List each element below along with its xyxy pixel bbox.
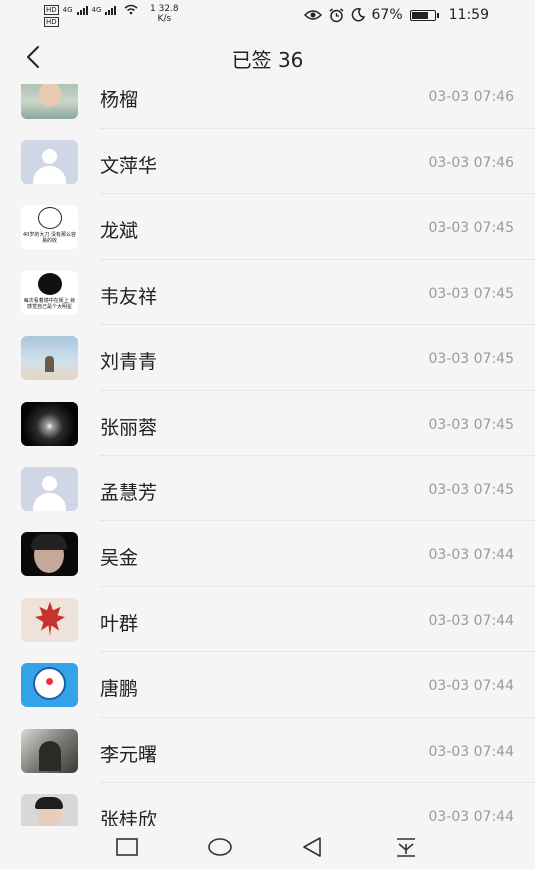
status-right: 67% 11:59 bbox=[303, 7, 489, 23]
sign-time: 03-03 07:45 bbox=[428, 220, 514, 237]
avatar bbox=[21, 597, 78, 642]
sign-time: 03-03 07:46 bbox=[428, 155, 514, 171]
avatar bbox=[21, 336, 78, 381]
battery-percent: 67% bbox=[371, 7, 403, 23]
member-name: 李元曙 bbox=[100, 743, 158, 766]
triangle-back-icon[interactable] bbox=[298, 834, 328, 860]
battery-icon bbox=[409, 9, 439, 21]
signal-icon bbox=[76, 5, 88, 15]
sign-time: 03-03 07:45 bbox=[428, 285, 514, 302]
member-name: 孟慧芳 bbox=[100, 481, 158, 504]
sign-time: 03-03 07:44 bbox=[428, 678, 514, 695]
member-name: 吴金 bbox=[100, 547, 139, 570]
avatar-placeholder-icon bbox=[21, 466, 78, 511]
speed-unit: K/s bbox=[157, 14, 172, 24]
sign-time: 03-03 07:45 bbox=[428, 481, 514, 498]
network-type-1: 4G bbox=[62, 5, 73, 14]
member-name: 文萍华 bbox=[100, 155, 158, 177]
avatar bbox=[21, 663, 78, 708]
member-name: 韦友祥 bbox=[100, 285, 158, 308]
circle-icon[interactable] bbox=[205, 834, 235, 860]
avatar bbox=[21, 532, 78, 577]
hd-icon: HD bbox=[44, 4, 59, 15]
list-item[interactable]: 张桂欣 03-03 07:44 bbox=[0, 783, 535, 826]
list-item[interactable]: 叶群 03-03 07:44 bbox=[0, 587, 535, 653]
sign-time: 03-03 07:44 bbox=[428, 808, 514, 825]
member-name: 杨榴 bbox=[100, 89, 139, 111]
list-item[interactable]: 张丽蓉 03-03 07:45 bbox=[0, 391, 535, 456]
list-item[interactable]: 40岁的大刀 没有那么容易的收 龙斌 03-03 07:45 bbox=[0, 194, 535, 260]
eye-icon bbox=[303, 10, 322, 20]
sign-time: 03-03 07:45 bbox=[428, 351, 514, 368]
signal-icon-2 bbox=[105, 5, 117, 15]
sign-time: 03-03 07:44 bbox=[428, 612, 514, 629]
wifi-icon bbox=[124, 4, 138, 15]
page-title: 已签 36 bbox=[231, 48, 304, 72]
avatar bbox=[21, 84, 78, 119]
avatar-placeholder-icon bbox=[21, 140, 78, 184]
list-item[interactable]: 李元曙 03-03 07:44 bbox=[0, 718, 535, 783]
avatar bbox=[21, 401, 78, 446]
sign-time: 03-03 07:44 bbox=[428, 743, 514, 760]
sign-time: 03-03 07:44 bbox=[428, 547, 514, 564]
list-item[interactable]: 每次看着镜中在街上 就感觉自己是个大明星 韦友祥 03-03 07:45 bbox=[0, 260, 535, 326]
member-name: 刘青青 bbox=[100, 351, 158, 374]
avatar-caption: 每次看着镜中在街上 就感觉自己是个大明星 bbox=[23, 297, 76, 310]
moon-icon bbox=[351, 8, 365, 22]
signed-list[interactable]: 杨榴 03-03 07:46 文萍华 03-03 07:46 40岁的大刀 没有… bbox=[0, 84, 535, 826]
network-speed: 1 32.8 K/s bbox=[150, 4, 179, 24]
list-item[interactable]: 杨榴 03-03 07:46 bbox=[0, 84, 535, 129]
list-item[interactable]: 刘青青 03-03 07:45 bbox=[0, 325, 535, 391]
speed-prefix: 1 bbox=[150, 4, 156, 14]
status-bar: HD 4G 4G HD 1 32.8 K/s 67% 11:59 bbox=[0, 0, 535, 30]
sign-time: 03-03 07:46 bbox=[428, 89, 514, 105]
list-item[interactable]: 吴金 03-03 07:44 bbox=[0, 521, 535, 587]
notification-down-icon[interactable] bbox=[391, 834, 421, 860]
page-header: 已签 36 bbox=[0, 30, 535, 84]
member-name: 龙斌 bbox=[100, 220, 139, 243]
network-indicators: HD 4G 4G HD bbox=[44, 4, 138, 27]
sign-time: 03-03 07:45 bbox=[428, 416, 514, 433]
network-type-2: 4G bbox=[91, 5, 102, 14]
list-item[interactable]: 文萍华 03-03 07:46 bbox=[0, 129, 535, 195]
member-name: 叶群 bbox=[100, 612, 139, 635]
avatar bbox=[21, 728, 78, 773]
speed-value: 32.8 bbox=[158, 4, 179, 14]
member-name: 唐鹏 bbox=[100, 678, 139, 701]
square-icon[interactable] bbox=[112, 834, 142, 860]
avatar bbox=[21, 793, 78, 826]
member-name: 张丽蓉 bbox=[100, 416, 158, 439]
list-item[interactable]: 孟慧芳 03-03 07:45 bbox=[0, 456, 535, 522]
avatar: 40岁的大刀 没有那么容易的收 bbox=[21, 205, 78, 250]
alarm-icon bbox=[329, 7, 343, 22]
avatar-caption: 40岁的大刀 没有那么容易的收 bbox=[23, 232, 76, 245]
system-nav-bar bbox=[0, 826, 535, 869]
hd-icon-2: HD bbox=[44, 17, 59, 27]
member-name: 张桂欣 bbox=[100, 808, 158, 826]
clock: 11:59 bbox=[448, 7, 489, 23]
list-item[interactable]: 唐鹏 03-03 07:44 bbox=[0, 652, 535, 718]
avatar: 每次看着镜中在街上 就感觉自己是个大明星 bbox=[21, 270, 78, 315]
